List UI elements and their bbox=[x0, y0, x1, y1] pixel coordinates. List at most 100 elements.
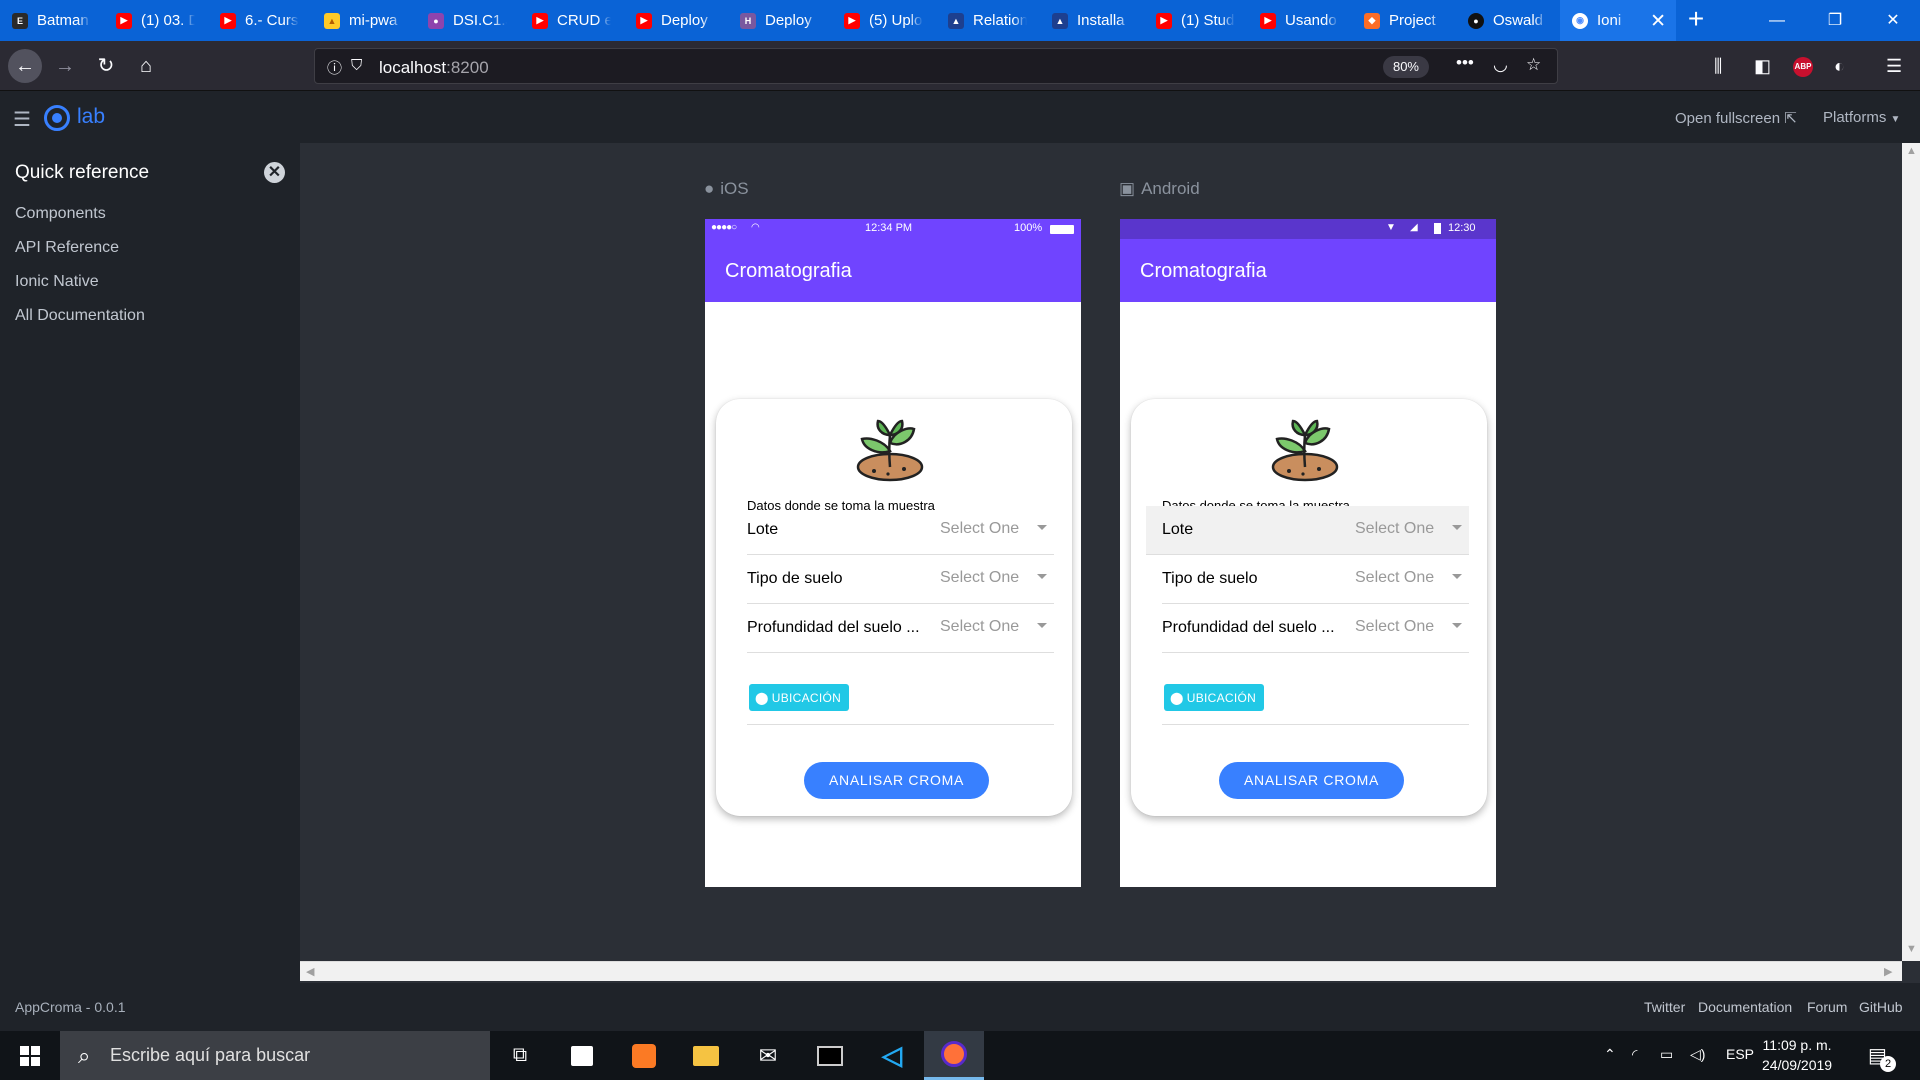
analyze-button[interactable]: ANALISAR CROMA bbox=[804, 762, 989, 799]
ionic-icon: ◉ bbox=[1572, 12, 1588, 29]
volume-icon[interactable]: ◁) bbox=[1690, 1046, 1705, 1063]
mail-icon[interactable]: ✉ bbox=[738, 1031, 798, 1080]
browser-tab[interactable]: ◆ Project bbox=[1352, 0, 1456, 41]
analyze-button[interactable]: ANALISAR CROMA bbox=[1219, 762, 1404, 799]
browser-tab[interactable]: ▶ (5) Uplo bbox=[832, 0, 936, 41]
browser-tab[interactable]: H Deploy bbox=[728, 0, 832, 41]
select-tipo-de-suelo[interactable]: Tipo de suelo Select One bbox=[1162, 555, 1469, 604]
browser-tab-active[interactable]: ◉ Ioni ✕ bbox=[1560, 0, 1676, 41]
select-value[interactable]: Select One bbox=[940, 618, 1019, 636]
browser-tab[interactable]: ▶ Usando bbox=[1248, 0, 1352, 41]
ionic-logo-icon bbox=[44, 105, 70, 131]
more-icon[interactable]: ••• bbox=[1456, 53, 1474, 73]
select-lote[interactable]: Lote Select One bbox=[1146, 506, 1469, 555]
select-value[interactable]: Select One bbox=[1355, 618, 1434, 636]
location-button[interactable]: ⬤ UBICACIÓN bbox=[1164, 684, 1265, 711]
sidebar-item-all-documentation[interactable]: All Documentation bbox=[15, 307, 145, 325]
battery-icon[interactable]: ▭ bbox=[1660, 1046, 1673, 1063]
minimize-icon[interactable]: — bbox=[1748, 0, 1806, 41]
browser-tab[interactable]: ▶ (1) 03. D bbox=[104, 0, 208, 41]
vertical-scrollbar[interactable]: ▲ ▼ bbox=[1902, 143, 1920, 961]
close-tab-icon[interactable]: ✕ bbox=[1650, 10, 1666, 33]
firefox-icon[interactable] bbox=[924, 1031, 984, 1080]
app-toolbar: Cromatografia bbox=[1120, 239, 1496, 302]
scroll-down-icon[interactable]: ▼ bbox=[1906, 943, 1917, 955]
browser-tab[interactable]: ▶ 6.- Curso bbox=[208, 0, 312, 41]
menu-icon[interactable]: ☰ bbox=[13, 107, 31, 132]
new-tab-button[interactable]: + bbox=[1676, 0, 1716, 41]
shield-icon[interactable]: ⛉ bbox=[351, 57, 362, 74]
select-profundidad[interactable]: Profundidad del suelo ... Select One bbox=[747, 604, 1054, 653]
browser-tab[interactable]: ▲ Installa bbox=[1040, 0, 1144, 41]
browser-tab[interactable]: ▶ (1) Stud bbox=[1144, 0, 1248, 41]
browser-tab[interactable]: E Batman bbox=[0, 0, 104, 41]
footer-link-twitter[interactable]: Twitter bbox=[1644, 999, 1685, 1015]
home-button[interactable]: ⌂ bbox=[129, 49, 163, 83]
store-icon[interactable] bbox=[552, 1031, 612, 1080]
taskbar-clock[interactable]: 11:09 p. m. 24/09/2019 bbox=[1762, 1035, 1832, 1075]
chevron-up-icon[interactable]: ⌃ bbox=[1604, 1046, 1616, 1063]
browser-tab[interactable]: ▲ mi-pwa bbox=[312, 0, 416, 41]
open-fullscreen-link[interactable]: Open fullscreen ⇱ bbox=[1675, 109, 1797, 127]
tab-title: DSI.C1.J bbox=[453, 12, 507, 29]
back-button[interactable]: ← bbox=[8, 49, 42, 83]
browser-tab[interactable]: ● DSI.C1.J bbox=[416, 0, 520, 41]
zoom-level[interactable]: 80% bbox=[1382, 56, 1429, 78]
forward-button[interactable]: → bbox=[48, 49, 82, 83]
library-icon[interactable]: ⫼ bbox=[1714, 56, 1722, 77]
info-icon[interactable]: ⓘ bbox=[327, 57, 342, 78]
scroll-right-icon[interactable]: ▶ bbox=[1884, 965, 1892, 978]
windows-taskbar: ⌕ Escribe aquí para buscar ⧉ ✉ ◁ ⌃ ◜ ▭ ◁… bbox=[0, 1031, 1920, 1080]
browser-tab[interactable]: ▶ CRUD en bbox=[520, 0, 624, 41]
youtube-icon: ▶ bbox=[1156, 12, 1172, 29]
platforms-dropdown[interactable]: Platforms ▼ bbox=[1823, 109, 1900, 126]
url-text[interactable]: localhost:8200 bbox=[379, 58, 489, 78]
extension-icon[interactable]: ◐ bbox=[1834, 56, 1845, 77]
notification-count-badge: 2 bbox=[1880, 1056, 1896, 1072]
select-value[interactable]: Select One bbox=[940, 569, 1019, 587]
location-button[interactable]: ⬤ UBICACIÓN bbox=[749, 684, 850, 711]
scroll-left-icon[interactable]: ◀ bbox=[306, 965, 314, 978]
bookmark-star-icon[interactable]: ☆ bbox=[1526, 55, 1541, 75]
select-value[interactable]: Select One bbox=[1355, 569, 1434, 587]
browser-tab[interactable]: ● Oswald bbox=[1456, 0, 1560, 41]
footer-link-github[interactable]: GitHub bbox=[1859, 999, 1903, 1015]
sidebar-item-api-reference[interactable]: API Reference bbox=[15, 239, 119, 257]
taskbar-search[interactable]: ⌕ Escribe aquí para buscar bbox=[60, 1031, 490, 1080]
select-value[interactable]: Select One bbox=[940, 520, 1019, 538]
windows-logo-icon bbox=[20, 1045, 40, 1066]
browser-tab[interactable]: ▶ Deploy bbox=[624, 0, 728, 41]
terminal-icon[interactable] bbox=[800, 1031, 860, 1080]
sidebar-icon[interactable]: ◧ bbox=[1754, 56, 1771, 77]
task-view-icon[interactable]: ⧉ bbox=[490, 1031, 550, 1080]
footer-link-documentation[interactable]: Documentation bbox=[1698, 999, 1792, 1015]
url-bar[interactable]: ⓘ ⛉ localhost:8200 80% ••• ◡ ☆ bbox=[314, 48, 1558, 84]
xampp-icon[interactable] bbox=[614, 1031, 674, 1080]
pocket-icon[interactable]: ◡ bbox=[1493, 55, 1508, 75]
select-lote[interactable]: Lote Select One bbox=[747, 506, 1054, 555]
language-indicator[interactable]: ESP bbox=[1726, 1046, 1754, 1062]
sidebar-item-components[interactable]: Components bbox=[15, 205, 106, 223]
hamburger-menu-icon[interactable]: ☰ bbox=[1886, 56, 1902, 77]
reload-button[interactable]: ↻ bbox=[89, 49, 123, 83]
select-profundidad[interactable]: Profundidad del suelo ... Select One bbox=[1162, 604, 1469, 653]
sidebar-title: Quick reference bbox=[15, 162, 150, 183]
sidebar-item-ionic-native[interactable]: Ionic Native bbox=[15, 273, 99, 291]
start-button[interactable] bbox=[0, 1031, 60, 1080]
adblock-icon[interactable]: ABP bbox=[1793, 57, 1813, 77]
restore-icon[interactable]: ❐ bbox=[1806, 0, 1864, 41]
close-icon[interactable]: ✕ bbox=[264, 162, 285, 183]
file-explorer-icon[interactable] bbox=[676, 1031, 736, 1080]
scroll-up-icon[interactable]: ▲ bbox=[1906, 145, 1917, 157]
vscode-icon[interactable]: ◁ bbox=[862, 1031, 922, 1080]
heroku-icon: H bbox=[740, 12, 756, 29]
browser-navbar: ← → ↻ ⌂ ⓘ ⛉ localhost:8200 80% ••• ◡ ☆ ⫼… bbox=[0, 41, 1920, 91]
horizontal-scrollbar[interactable]: ◀ ▶ bbox=[300, 961, 1902, 981]
tab-title: CRUD en bbox=[557, 12, 611, 29]
browser-tab[interactable]: ▲ Relation bbox=[936, 0, 1040, 41]
footer-link-forum[interactable]: Forum bbox=[1807, 999, 1847, 1015]
select-value[interactable]: Select One bbox=[1355, 520, 1434, 538]
network-icon[interactable]: ◜ bbox=[1632, 1046, 1637, 1063]
close-window-icon[interactable]: ✕ bbox=[1864, 0, 1920, 41]
select-tipo-de-suelo[interactable]: Tipo de suelo Select One bbox=[747, 555, 1054, 604]
